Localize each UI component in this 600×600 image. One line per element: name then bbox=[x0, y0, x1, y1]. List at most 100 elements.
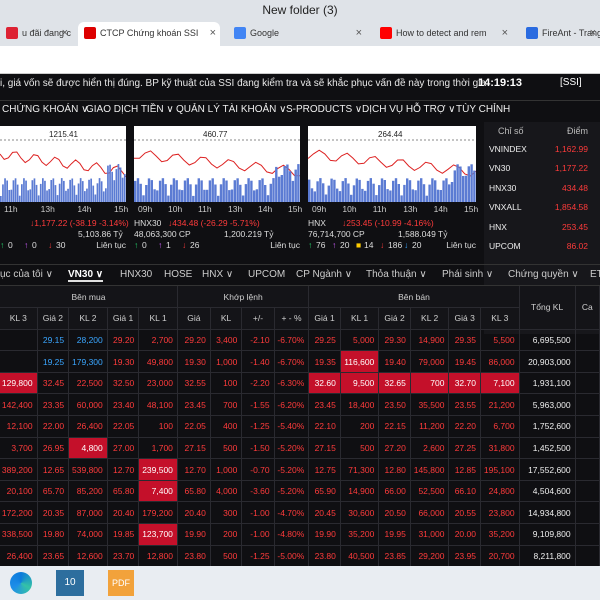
column-header[interactable]: Giá 1 bbox=[107, 307, 140, 330]
table-cell bbox=[575, 480, 600, 503]
table-row[interactable]: 129,800 32.45 22,500 32.50 23,000 32.55 100 -2.… bbox=[0, 372, 600, 395]
table-cell: -6.70% bbox=[274, 329, 310, 352]
table-cell: 14,900 bbox=[410, 329, 450, 352]
table-row[interactable]: 26,400 23.65 12,600 23.70 12,800 23.80 500 -1.2… bbox=[0, 545, 600, 568]
board-tab-0[interactable]: ục của tôi ∨ bbox=[0, 269, 53, 280]
board-tab-3[interactable]: HOSE bbox=[164, 269, 192, 280]
volume-bar bbox=[8, 190, 11, 202]
close-tab-icon[interactable]: × bbox=[210, 22, 216, 44]
index-row[interactable]: VN30 1,177.22 bbox=[484, 159, 600, 178]
menu-item-5[interactable]: TÙY CHỈNH bbox=[456, 104, 510, 115]
table-cell: 23.80 bbox=[177, 545, 211, 568]
column-header[interactable]: Giá 3 bbox=[448, 307, 481, 330]
volume-bar bbox=[117, 164, 120, 202]
index-row[interactable]: VNXALL 1,854.58 bbox=[484, 198, 600, 217]
table-cell: 23.95 bbox=[448, 545, 481, 568]
volume-value: 5,103.86 Tỷ bbox=[78, 229, 123, 239]
menu-item-3[interactable]: S-PRODUCTS ∨ bbox=[286, 104, 362, 115]
breadth-arrow-icon: ↑ bbox=[0, 240, 5, 250]
board-tab-5[interactable]: UPCOM bbox=[248, 269, 285, 280]
table-row[interactable]: 12,100 22.00 26,400 22.05 100 22.05 400 -1.25 -5… bbox=[0, 415, 600, 438]
column-header[interactable]: Giá 2 bbox=[37, 307, 70, 330]
time-axis-label: 13h bbox=[228, 204, 243, 214]
volume-bar bbox=[65, 190, 67, 202]
close-tab-icon[interactable]: × bbox=[62, 22, 68, 44]
column-header[interactable]: KL 3 bbox=[480, 307, 520, 330]
address-bar[interactable] bbox=[0, 46, 600, 74]
menu-item-1[interactable]: GIAO DỊCH TIỀN ∨ bbox=[86, 104, 174, 115]
table-row[interactable]: 20,100 65.70 85,200 65.80 7,400 65.80 4,000 -3.… bbox=[0, 480, 600, 503]
column-header[interactable]: Giá 2 bbox=[378, 307, 411, 330]
close-tab-icon[interactable]: × bbox=[590, 22, 596, 44]
browser-tab-0[interactable]: u đãi đang c × bbox=[0, 22, 72, 46]
table-row[interactable]: 19.25 179,300 19.30 49,800 19.30 1,000 -1.40 -6… bbox=[0, 350, 600, 373]
table-cell: 200 bbox=[340, 415, 380, 438]
table-row[interactable]: 142,400 23.35 60,000 23.40 48,100 23.45 700 -1.… bbox=[0, 393, 600, 417]
time-axis-label: 10h bbox=[342, 204, 357, 214]
volume-bar bbox=[266, 195, 270, 202]
column-header[interactable]: KL 1 bbox=[340, 307, 380, 330]
account-chip[interactable]: [SSI] bbox=[560, 77, 582, 88]
table-row[interactable]: 172,200 20.35 87,000 20.40 179,200 20.40 300 -1… bbox=[0, 501, 600, 525]
volume-bar bbox=[134, 180, 137, 202]
column-header[interactable]: Giá 1 bbox=[308, 307, 341, 330]
table-cell: 19.95 bbox=[378, 523, 411, 546]
close-tab-icon[interactable]: × bbox=[356, 22, 362, 44]
board-tab-9[interactable]: Chứng quyền ∨ bbox=[508, 269, 579, 280]
mini-chart-2[interactable]: 264.44 bbox=[308, 126, 476, 202]
browser-tab-2[interactable]: Google × bbox=[228, 22, 366, 46]
mini-chart-0[interactable]: 1215.41 bbox=[0, 126, 126, 202]
menu-item-2[interactable]: QUẢN LÝ TÀI KHOẢN ∨ bbox=[176, 104, 287, 115]
index-row[interactable]: VNINDEX 1,162.99 bbox=[484, 140, 600, 159]
table-cell: 30,600 bbox=[340, 501, 380, 525]
index-row[interactable]: HNX 253.45 bbox=[484, 218, 600, 237]
volume-bar bbox=[37, 195, 40, 202]
volume-bar bbox=[67, 188, 69, 202]
table-cell: 27.15 bbox=[308, 437, 341, 460]
board-tab-8[interactable]: Phái sinh ∨ bbox=[442, 269, 493, 280]
column-header[interactable]: KL 3 bbox=[0, 307, 38, 330]
column-header[interactable]: KL 2 bbox=[410, 307, 450, 330]
table-row[interactable]: 29.15 28,200 29.20 2,700 29.20 3,400 -2.10 -6.7… bbox=[0, 329, 600, 352]
column-header[interactable]: KL 1 bbox=[138, 307, 178, 330]
table-cell: 49,800 bbox=[138, 350, 178, 373]
browser-tab-1[interactable]: CTCP Chứng khoán SSI × bbox=[78, 22, 220, 46]
board-tab-1[interactable]: VN30 ∨ bbox=[68, 269, 104, 282]
board-tab-6[interactable]: CP Ngành ∨ bbox=[296, 269, 352, 280]
table-cell: 32.60 bbox=[308, 372, 341, 395]
menu-item-0[interactable]: CHỨNG KHOÁN ∨ bbox=[2, 104, 88, 115]
board-tab-2[interactable]: HNX30 bbox=[120, 269, 152, 280]
edge-icon[interactable] bbox=[10, 572, 32, 594]
browser-tab-4[interactable]: FireAnt - Trang × bbox=[520, 22, 600, 46]
column-header[interactable]: KL bbox=[210, 307, 243, 330]
column-header[interactable]: +/- bbox=[241, 307, 275, 330]
board-tab-10[interactable]: ET bbox=[590, 269, 600, 280]
volume-bar bbox=[107, 165, 109, 202]
volume-bar bbox=[308, 179, 311, 202]
browser-tab-3[interactable]: How to detect and rem × bbox=[374, 22, 512, 46]
volume-bar bbox=[75, 194, 78, 202]
column-header[interactable]: Ca bbox=[575, 286, 600, 330]
excel-app-icon[interactable]: 10 bbox=[56, 570, 84, 596]
table-row[interactable]: 3,700 26.95 4,800 27.00 1,700 27.15 500 -1.50 -5… bbox=[0, 437, 600, 460]
index-row[interactable]: UPCOM 86.02 bbox=[484, 237, 600, 256]
column-header[interactable]: Giá bbox=[177, 307, 211, 330]
mini-chart-1[interactable]: 460.77 bbox=[134, 126, 300, 202]
column-header[interactable]: + - % bbox=[274, 307, 310, 330]
close-tab-icon[interactable]: × bbox=[502, 22, 508, 44]
table-row[interactable]: 338,500 19.80 74,000 19.85 123,700 19.90 200 -1… bbox=[0, 523, 600, 546]
table-cell: 31,800 bbox=[480, 437, 520, 460]
table-row[interactable]: 389,200 12.65 539,800 12.70 239,500 12.70 1,00… bbox=[0, 458, 600, 481]
volume-bar bbox=[366, 180, 370, 202]
menu-item-4[interactable]: DỊCH VỤ HỖ TRỢ ∨ bbox=[362, 104, 456, 115]
total-volume-header[interactable]: Tổng KL bbox=[519, 286, 576, 330]
board-tab-4[interactable]: HNX ∨ bbox=[202, 269, 233, 280]
volume-bar bbox=[286, 164, 289, 202]
breadth-arrow-icon: ■ bbox=[356, 240, 362, 250]
browser-tab-strip: u đãi đang c × CTCP Chứng khoán SSI × Google… bbox=[0, 20, 600, 46]
pdf-app-icon[interactable]: PDF bbox=[108, 570, 134, 596]
mini-chart-name: HNX30 bbox=[134, 218, 162, 228]
column-header[interactable]: KL 2 bbox=[68, 307, 108, 330]
index-row[interactable]: HNX30 434.48 bbox=[484, 179, 600, 198]
board-tab-7[interactable]: Thỏa thuận ∨ bbox=[366, 269, 427, 280]
